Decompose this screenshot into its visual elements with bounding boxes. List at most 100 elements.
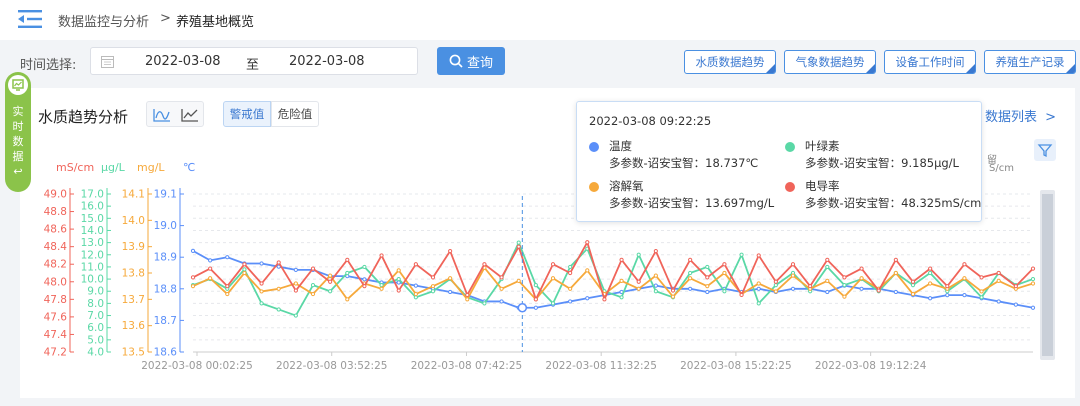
data-point xyxy=(208,258,213,263)
data-point xyxy=(893,289,898,295)
y-tick-label: 13.6 xyxy=(122,320,146,332)
data-point xyxy=(499,299,504,304)
data-point xyxy=(276,286,281,291)
data-point xyxy=(328,289,333,294)
data-point xyxy=(259,281,264,286)
data-point xyxy=(448,289,453,295)
data-point xyxy=(550,276,556,281)
data-point xyxy=(893,257,898,262)
data-point xyxy=(619,257,624,262)
data-point xyxy=(790,273,796,278)
data-point xyxy=(619,295,624,300)
y-tick-label: 13.9 xyxy=(122,241,145,253)
tooltip-item-value: 多参数-诏安宝智：13.697mg/L xyxy=(609,196,775,210)
data-point xyxy=(413,262,418,267)
y-tick-label: 47.4 xyxy=(44,329,68,341)
data-point xyxy=(910,291,916,297)
data-point xyxy=(602,297,607,302)
data-point xyxy=(928,296,933,301)
y-tick-label: 16.0 xyxy=(81,201,104,213)
data-point xyxy=(430,275,436,280)
data-point xyxy=(705,275,710,280)
x-tick-label: 2022-03-08 00:02:25 xyxy=(141,360,253,372)
y-tick-label: 47.6 xyxy=(44,311,68,323)
data-point xyxy=(328,273,333,278)
data-point xyxy=(482,301,487,306)
data-point xyxy=(996,278,1001,283)
data-point xyxy=(722,270,727,276)
data-point xyxy=(928,270,933,276)
y-tick-label: 47.8 xyxy=(44,294,67,306)
data-point xyxy=(825,257,830,262)
data-point xyxy=(585,268,590,273)
data-point xyxy=(499,275,504,280)
data-point xyxy=(910,283,916,288)
data-point xyxy=(465,297,470,302)
y-tick-label: 9.0 xyxy=(87,286,104,298)
y-tick-label: 5.0 xyxy=(87,334,104,346)
data-point xyxy=(499,286,504,291)
y-tick-label: 8.0 xyxy=(87,298,104,310)
data-point xyxy=(550,262,556,267)
data-point xyxy=(568,264,573,270)
data-point xyxy=(739,292,744,298)
y-tick-label: 48.4 xyxy=(44,241,68,253)
y-tick-label: 17.0 xyxy=(81,189,104,201)
x-tick-label: 2022-03-08 07:42:25 xyxy=(411,360,523,372)
tooltip-item-chlorophyll: 叶绿素 多参数-诏安宝智：9.185μg/L xyxy=(785,138,975,172)
data-point xyxy=(705,289,710,295)
data-point xyxy=(1013,302,1018,307)
tooltip-item-dissolved-oxygen: 溶解氧 多参数-诏安宝智：13.697mg/L xyxy=(589,178,779,212)
data-point xyxy=(1030,276,1036,282)
data-point xyxy=(345,297,350,302)
data-point xyxy=(259,289,264,294)
data-point xyxy=(722,262,727,267)
data-point xyxy=(722,289,727,294)
data-point xyxy=(773,279,778,284)
data-point xyxy=(225,284,230,289)
tooltip-item-value: 多参数-诏安宝智：48.325mS/cm xyxy=(805,196,982,210)
tooltip-item-temperature: 温度 多参数-诏安宝智：18.737℃ xyxy=(589,138,779,172)
data-point xyxy=(190,284,196,289)
x-tick-label: 2022-03-08 11:32:25 xyxy=(545,360,657,372)
data-point xyxy=(996,299,1001,304)
data-point xyxy=(962,293,967,298)
data-point xyxy=(756,286,761,291)
tooltip-item-value: 多参数-诏安宝智：9.185μg/L xyxy=(805,156,959,170)
data-point xyxy=(585,240,590,245)
data-point xyxy=(688,276,693,281)
y-tick-label: 14.0 xyxy=(122,215,145,227)
y-tick-label: 18.8 xyxy=(154,283,177,295)
data-point xyxy=(430,289,436,294)
y-tick-label: 18.6 xyxy=(154,347,178,359)
tooltip-item-name: 叶绿素 xyxy=(805,139,840,153)
data-point xyxy=(293,313,298,318)
data-point xyxy=(842,283,847,288)
data-point xyxy=(636,286,641,291)
data-point xyxy=(533,297,538,302)
data-point xyxy=(825,278,830,283)
data-point xyxy=(516,244,521,249)
data-point xyxy=(242,262,247,267)
tooltip-time: 2022-03-08 09:22:25 xyxy=(589,114,712,128)
data-point xyxy=(208,266,213,271)
data-point xyxy=(773,283,778,288)
data-point xyxy=(859,276,864,281)
data-point xyxy=(259,261,264,266)
data-point xyxy=(293,288,298,293)
data-point xyxy=(190,275,196,280)
data-point xyxy=(979,289,984,294)
x-tick-label: 2022-03-08 19:12:24 xyxy=(815,360,927,372)
data-point xyxy=(1030,305,1036,310)
data-point xyxy=(876,288,881,293)
data-point xyxy=(619,278,624,283)
data-point xyxy=(293,281,298,286)
data-point xyxy=(705,264,710,270)
data-point xyxy=(413,291,418,297)
data-point xyxy=(328,279,333,284)
y-tick-label: 48.2 xyxy=(44,259,67,271)
data-point xyxy=(362,277,367,282)
data-point xyxy=(910,279,916,284)
data-point xyxy=(585,296,590,301)
data-point xyxy=(396,288,401,293)
